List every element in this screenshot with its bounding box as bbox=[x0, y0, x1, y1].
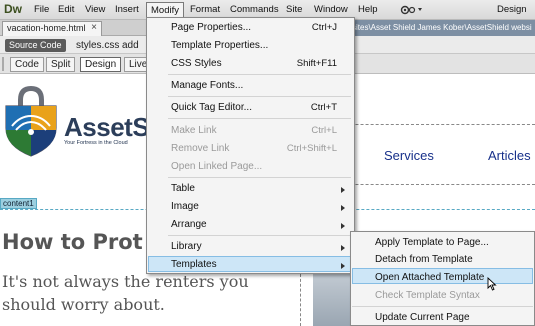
submenu-arrow-icon bbox=[341, 205, 345, 211]
menu-separator bbox=[168, 96, 351, 97]
menu-site[interactable]: Site bbox=[286, 4, 302, 15]
submenu-arrow-icon bbox=[341, 263, 345, 269]
nav-link-articles[interactable]: Articles bbox=[488, 148, 531, 163]
menu-table[interactable]: Table bbox=[171, 183, 195, 194]
submenu-update-current-page[interactable]: Update Current Page bbox=[375, 312, 470, 323]
submenu-arrow-icon bbox=[341, 223, 345, 229]
mouse-cursor-icon bbox=[487, 276, 497, 291]
menu-make-link[interactable]: Make Link bbox=[171, 125, 217, 136]
menu-format[interactable]: Format bbox=[190, 4, 220, 15]
menu-separator bbox=[168, 235, 351, 236]
shortcut-quick-tag-editor: Ctrl+T bbox=[310, 102, 337, 113]
close-tab-icon[interactable]: × bbox=[91, 22, 97, 33]
split-view-button[interactable]: Split bbox=[46, 57, 76, 72]
document-tab-label: vacation-home.html bbox=[7, 23, 86, 33]
extensions-gear-icon[interactable] bbox=[400, 4, 424, 16]
shortcut-page-properties: Ctrl+J bbox=[311, 22, 337, 33]
menu-help[interactable]: Help bbox=[358, 4, 378, 15]
asset-shield-logo bbox=[0, 80, 62, 158]
menu-view[interactable]: View bbox=[85, 4, 105, 15]
menu-template-properties[interactable]: Template Properties... bbox=[171, 40, 268, 51]
submenu-arrow-icon bbox=[341, 245, 345, 251]
paragraph-line-2: should worry about. bbox=[2, 295, 165, 314]
menu-separator bbox=[168, 74, 351, 75]
menu-file[interactable]: File bbox=[34, 4, 49, 15]
editable-region-tag[interactable]: content1 bbox=[0, 198, 37, 209]
brand-tagline: Your Fortress in the Cloud bbox=[64, 140, 128, 146]
menu-page-properties[interactable]: Page Properties... bbox=[171, 22, 251, 33]
related-file-add[interactable]: add bbox=[122, 40, 139, 51]
menu-open-linked-page[interactable]: Open Linked Page... bbox=[171, 161, 262, 172]
page-heading[interactable]: How to Prot bbox=[2, 230, 143, 254]
menu-insert[interactable]: Insert bbox=[115, 4, 139, 15]
menu-modify[interactable]: Modify bbox=[146, 2, 184, 18]
page-paragraph[interactable]: It's not always the renters you should w… bbox=[2, 270, 302, 316]
menu-quick-tag-editor[interactable]: Quick Tag Editor... bbox=[171, 102, 252, 113]
toolbar-grip-icon bbox=[2, 57, 6, 71]
submenu-open-attached-template[interactable]: Open Attached Template bbox=[375, 272, 484, 283]
workspace-switcher[interactable]: Design bbox=[497, 4, 527, 15]
menu-templates[interactable]: Templates bbox=[171, 259, 217, 270]
menu-remove-link[interactable]: Remove Link bbox=[171, 143, 229, 154]
menu-manage-fonts[interactable]: Manage Fonts... bbox=[171, 80, 243, 91]
menu-separator bbox=[168, 177, 351, 178]
code-view-button[interactable]: Code bbox=[10, 57, 44, 72]
submenu-arrow-icon bbox=[341, 187, 345, 193]
menu-image[interactable]: Image bbox=[171, 201, 199, 212]
menu-library[interactable]: Library bbox=[171, 241, 202, 252]
source-code-button[interactable]: Source Code bbox=[5, 39, 66, 52]
menu-separator bbox=[168, 118, 351, 119]
submenu-check-template-syntax[interactable]: Check Template Syntax bbox=[375, 290, 480, 301]
submenu-detach-template[interactable]: Detach from Template bbox=[375, 254, 473, 265]
shortcut-make-link: Ctrl+L bbox=[311, 125, 337, 136]
menu-separator bbox=[352, 306, 533, 307]
nav-link-services[interactable]: Services bbox=[384, 148, 434, 163]
file-path: sites\Asset Shield James Kober\AssetShie… bbox=[352, 23, 532, 32]
menu-css-styles[interactable]: CSS Styles bbox=[171, 58, 222, 69]
dreamweaver-logo: Dw bbox=[4, 2, 22, 16]
menu-window[interactable]: Window bbox=[314, 4, 348, 15]
document-tab[interactable]: vacation-home.html × bbox=[2, 21, 102, 36]
menu-edit[interactable]: Edit bbox=[58, 4, 74, 15]
submenu-apply-template[interactable]: Apply Template to Page... bbox=[375, 237, 489, 248]
shortcut-css-styles: Shift+F11 bbox=[296, 58, 337, 69]
related-file-styles-css[interactable]: styles.css bbox=[76, 40, 119, 51]
design-view-button[interactable]: Design bbox=[80, 57, 122, 72]
menu-arrange[interactable]: Arrange bbox=[171, 219, 207, 230]
menu-commands[interactable]: Commands bbox=[230, 4, 279, 15]
shortcut-remove-link: Ctrl+Shift+L bbox=[286, 143, 337, 154]
